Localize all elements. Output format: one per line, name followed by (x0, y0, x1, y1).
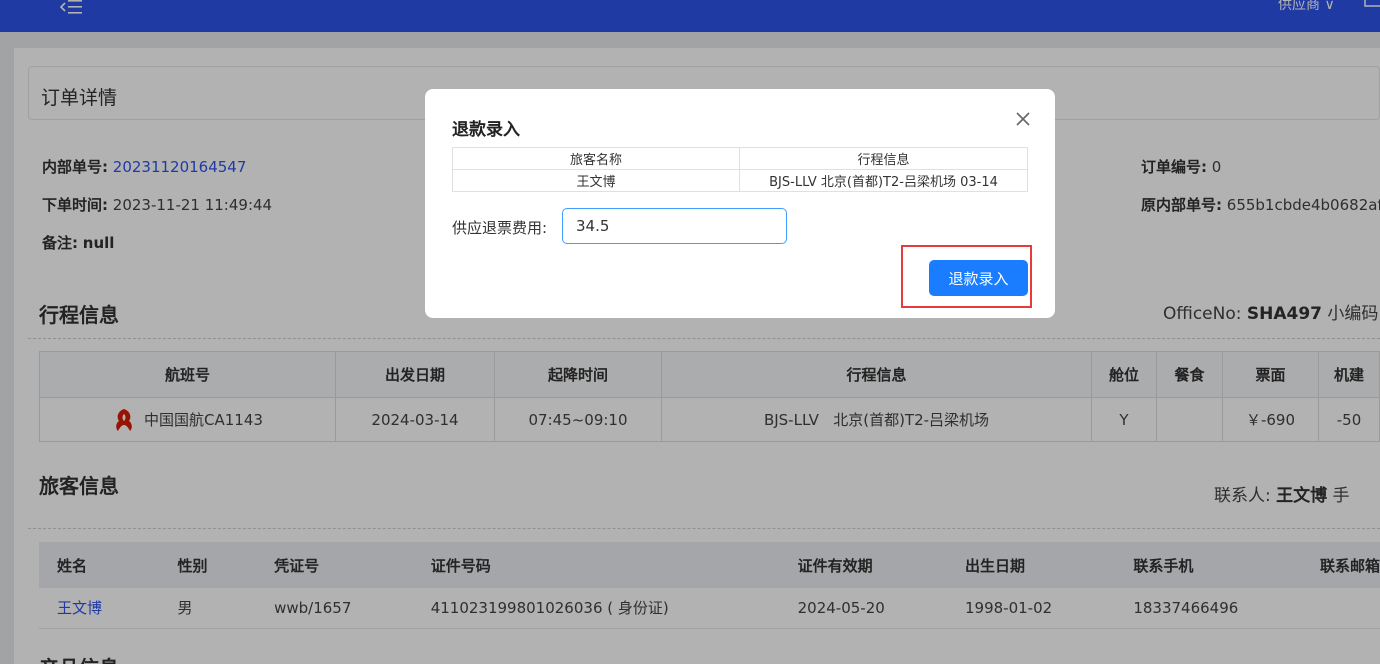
refund-submit-button[interactable]: 退款录入 (929, 260, 1028, 296)
refund-passenger-name: 王文博 (452, 169, 740, 192)
refund-fee-label: 供应退票费用: (452, 219, 548, 237)
refund-itinerary: BJS-LLV 北京(首都)T2-吕梁机场 03-14 (739, 169, 1028, 192)
refund-summary-table: 旅客名称 行程信息 王文博 BJS-LLV 北京(首都)T2-吕梁机场 03-1… (452, 147, 1028, 192)
table-row: 王文博 BJS-LLV 北京(首都)T2-吕梁机场 03-14 (452, 169, 1028, 192)
refund-entry-dialog: 退款录入 旅客名称 行程信息 王文博 BJS-LLV 北京(首都)T2-吕梁机场… (425, 89, 1055, 318)
col-itinerary: 行程信息 (739, 147, 1028, 170)
dialog-title: 退款录入 (452, 120, 520, 140)
close-icon[interactable] (1013, 109, 1033, 129)
refund-fee-input[interactable] (562, 208, 787, 244)
col-passenger-name: 旅客名称 (452, 147, 740, 170)
refund-summary-header: 旅客名称 行程信息 (452, 147, 1028, 170)
